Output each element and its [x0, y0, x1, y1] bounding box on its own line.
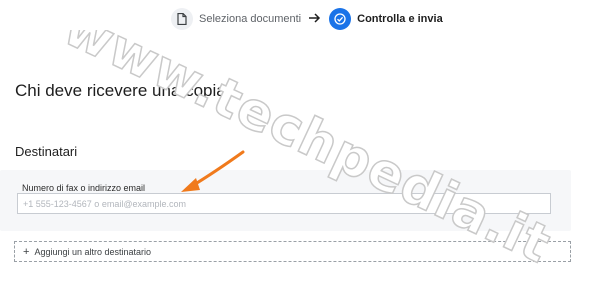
step-label: Controlla e invia — [357, 13, 443, 25]
add-recipient-label: Aggiungi un altro destinatario — [34, 246, 152, 257]
step-label: Seleziona documenti — [199, 13, 302, 25]
plus-icon: + — [23, 245, 30, 258]
arrow-right-icon — [309, 12, 321, 26]
recipient-input[interactable] — [17, 193, 551, 214]
stepper: Seleziona documenti Controlla e invia — [171, 7, 443, 31]
page-title: Chi deve ricevere una copia? — [15, 81, 236, 100]
section-title: Destinatari — [15, 144, 78, 159]
watermark-text: www.techpedia.it — [55, 30, 560, 276]
check-circle-icon — [329, 8, 352, 30]
add-recipient-button[interactable]: + Aggiungi un altro destinatario — [14, 241, 571, 262]
document-icon — [171, 8, 193, 30]
recipient-field-label: Numero di fax o indirizzo email — [22, 183, 146, 193]
step-select-documents[interactable]: Seleziona documenti — [171, 8, 301, 30]
step-review-and-send[interactable]: Controlla e invia — [329, 8, 443, 30]
